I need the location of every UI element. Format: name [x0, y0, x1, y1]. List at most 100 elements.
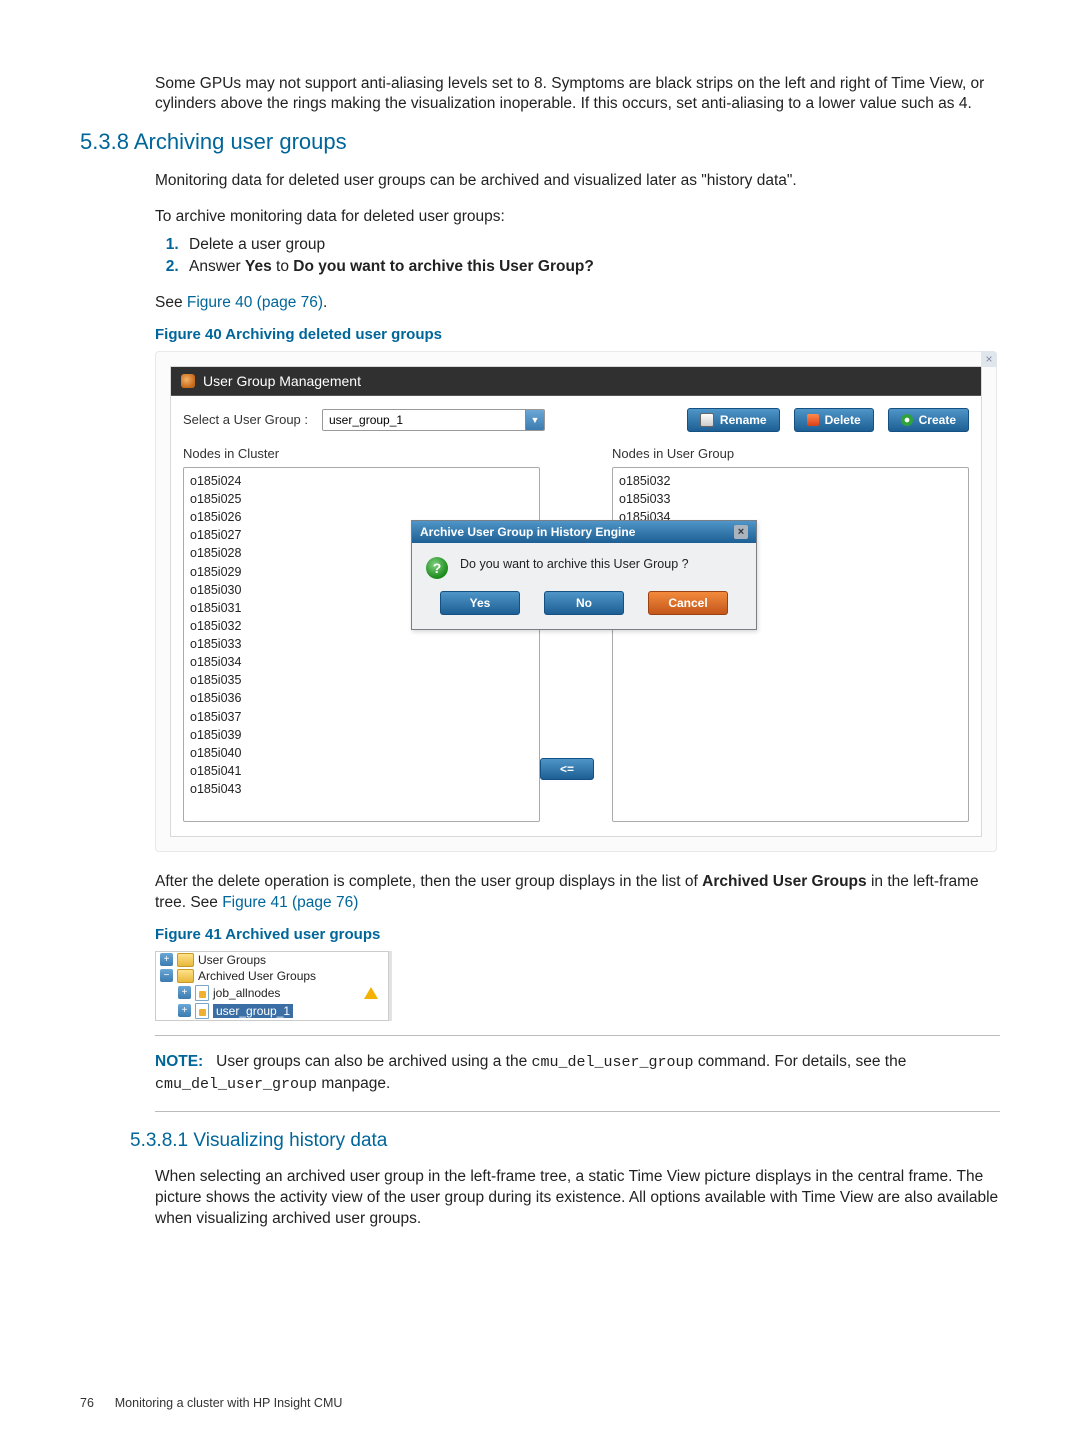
see-figure-line: See Figure 40 (page 76). [155, 293, 1000, 314]
list-item[interactable]: o185i037 [190, 708, 533, 726]
cluster-nodes-col: Nodes in Cluster o185i024o185i025o185i02… [183, 446, 540, 822]
note-text-c: manpage. [317, 1075, 390, 1092]
tree-archived-user-groups[interactable]: − Archived User Groups [156, 968, 388, 984]
tree-label-selected: user_group_1 [213, 1004, 293, 1018]
after-fig40-a: After the delete operation is complete, … [155, 873, 702, 890]
dialog-title: Archive User Group in History Engine [420, 525, 635, 539]
figure-40: × User Group Management Select a User Gr… [155, 351, 997, 852]
move-left-button[interactable]: <= [540, 758, 594, 780]
list-item[interactable]: o185i033 [619, 490, 962, 508]
collapse-icon[interactable]: − [160, 969, 173, 982]
figure-41: + User Groups − Archived User Groups + j… [155, 951, 389, 1021]
list-item[interactable]: o185i043 [190, 780, 533, 798]
warning-icon [364, 987, 378, 999]
tree-label: job_allnodes [213, 986, 280, 1000]
yes-button[interactable]: Yes [440, 591, 520, 615]
dialog-message: Do you want to archive this User Group ? [460, 557, 689, 571]
chevron-down-icon[interactable]: ▼ [525, 410, 544, 430]
figure-41-link[interactable]: Figure 41 (page 76) [222, 894, 358, 911]
note-rule-top [155, 1035, 1000, 1036]
note-rule-bottom [155, 1111, 1000, 1112]
question-icon: ? [426, 557, 448, 579]
section-title: Archiving user groups [134, 129, 347, 154]
note-text-b: command. For details, see the [694, 1053, 907, 1070]
cancel-button[interactable]: Cancel [648, 591, 728, 615]
tree-label: User Groups [198, 953, 266, 967]
see-text: See [155, 294, 187, 311]
archive-confirm-dialog: Archive User Group in History Engine × ?… [411, 520, 757, 630]
step-2-question: Do you want to archive this User Group? [293, 258, 594, 275]
move-col: <= [540, 446, 612, 822]
list-item[interactable]: o185i034 [190, 653, 533, 671]
create-button[interactable]: Create [888, 408, 969, 432]
list-item[interactable]: o185i024 [190, 472, 533, 490]
list-item[interactable]: o185i040 [190, 744, 533, 762]
step-1: Delete a user group [183, 234, 1000, 256]
close-icon[interactable]: × [734, 525, 748, 539]
user-group-window: User Group Management Select a User Grou… [170, 366, 982, 837]
rename-button[interactable]: Rename [687, 408, 780, 432]
delete-icon [807, 414, 819, 426]
list-item[interactable]: o185i041 [190, 762, 533, 780]
list-item[interactable]: o185i035 [190, 671, 533, 689]
java-icon [181, 374, 195, 388]
tree-user-groups[interactable]: + User Groups [156, 952, 388, 968]
expand-icon[interactable]: + [178, 1004, 191, 1017]
step-2-pre: Answer [189, 258, 245, 275]
figure-40-caption: Figure 40 Archiving deleted user groups [155, 326, 1000, 343]
folder-icon [177, 969, 194, 983]
figure-40-link[interactable]: Figure 40 (page 76) [187, 294, 323, 311]
rename-label: Rename [720, 413, 767, 427]
tree-label: Archived User Groups [198, 969, 316, 983]
step-2: Answer Yes to Do you want to archive thi… [183, 256, 1000, 278]
archive-intro-line1: Monitoring data for deleted user groups … [155, 171, 1000, 192]
step-2-yes: Yes [245, 258, 272, 275]
dialog-titlebar: Archive User Group in History Engine × [412, 521, 756, 543]
tree-user-group-1[interactable]: + user_group_1 [156, 1002, 388, 1020]
subsection-para: When selecting an archived user group in… [155, 1167, 1000, 1230]
create-icon [901, 414, 913, 426]
note-label: NOTE: [155, 1053, 203, 1070]
rename-icon [700, 413, 714, 427]
user-group-input[interactable] [323, 410, 525, 430]
page-number: 76 [80, 1396, 94, 1410]
delete-label: Delete [825, 413, 861, 427]
list-item[interactable]: o185i039 [190, 726, 533, 744]
list-item[interactable]: o185i036 [190, 689, 533, 707]
node-lists: Nodes in Cluster o185i024o185i025o185i02… [171, 446, 981, 836]
dialog-body: ? Do you want to archive this User Group… [412, 543, 756, 591]
select-label: Select a User Group : [183, 412, 308, 427]
subsection-heading: 5.3.8.1 Visualizing history data [130, 1130, 1000, 1152]
archive-intro-line2: To archive monitoring data for deleted u… [155, 207, 1000, 228]
subsection-number: 5.3.8.1 [130, 1130, 188, 1151]
no-button[interactable]: No [544, 591, 624, 615]
list-item[interactable]: o185i033 [190, 635, 533, 653]
group-nodes-title: Nodes in User Group [612, 446, 969, 461]
delete-button[interactable]: Delete [794, 408, 874, 432]
tree-job-allnodes[interactable]: + job_allnodes [156, 984, 388, 1002]
create-label: Create [919, 413, 956, 427]
cluster-nodes-title: Nodes in Cluster [183, 446, 540, 461]
page-footer: 76 Monitoring a cluster with HP Insight … [80, 1396, 342, 1410]
section-heading: 5.3.8 Archiving user groups [80, 129, 1000, 155]
after-fig40-para: After the delete operation is complete, … [155, 872, 1000, 914]
folder-icon [177, 953, 194, 967]
note-code-a: cmu_del_user_group [532, 1054, 694, 1071]
expand-icon[interactable]: + [160, 953, 173, 966]
list-item[interactable]: o185i032 [619, 472, 962, 490]
footer-chapter: Monitoring a cluster with HP Insight CMU [115, 1396, 343, 1410]
outer-close-icon[interactable]: × [981, 351, 997, 367]
archived-group-icon [195, 1003, 209, 1019]
see-dot: . [323, 294, 327, 311]
intro-paragraph: Some GPUs may not support anti-aliasing … [155, 74, 1000, 116]
section-number: 5.3.8 [80, 129, 129, 154]
steps-list: Delete a user group Answer Yes to Do you… [155, 234, 1000, 277]
subsection-title: Visualizing history data [193, 1130, 387, 1151]
window-title: User Group Management [203, 373, 361, 389]
list-item[interactable]: o185i025 [190, 490, 533, 508]
user-group-select[interactable]: ▼ [322, 409, 545, 431]
expand-icon[interactable]: + [178, 986, 191, 999]
archived-group-icon [195, 985, 209, 1001]
toolbar: Select a User Group : ▼ Rename Delete Cr… [171, 396, 981, 446]
note-block: NOTE: User groups can also be archived u… [155, 1051, 1000, 1095]
